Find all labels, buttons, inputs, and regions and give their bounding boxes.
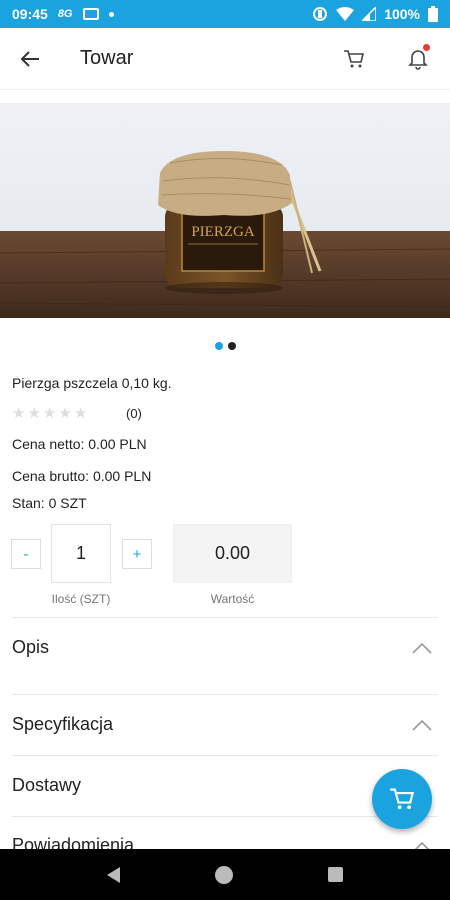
app-bar: Towar [0,28,450,90]
cart-icon [390,788,414,810]
vibrate-icon [313,7,328,21]
chevron-up-icon [412,642,432,654]
cart-button[interactable] [322,28,386,90]
quantity-label: Ilość (SZT) [51,592,111,606]
notifications-button[interactable] [386,28,450,90]
gallery-dot-active[interactable] [214,342,223,350]
back-arrow-icon [20,50,39,67]
price-gross: Cena brutto: 0.00 PLN [12,468,152,484]
section-specyfikacja[interactable]: Specyfikacja [12,694,438,754]
nav-back-icon[interactable] [107,866,121,883]
increase-quantity-button[interactable]: + [122,539,152,569]
system-nav-bar [0,849,450,900]
section-label: Specyfikacja [12,714,114,734]
bell-icon [408,49,428,70]
price-net: Cena netto: 0.00 PLN [12,436,147,452]
product-photo: PIERZGA [0,103,450,318]
more-notifications-icon [108,11,114,17]
section-label: Opis [12,637,50,657]
nav-recents-icon[interactable] [327,867,343,882]
status-bar: 09:45 8G 100% [0,0,450,28]
review-count: (0) [126,406,142,421]
notification-badge [423,43,430,51]
star-icon: ★ [27,405,41,422]
stock-status: Stan: 0 SZT [12,495,87,511]
total-value: 0.00 [173,524,292,583]
product-image[interactable]: PIERZGA [0,103,450,318]
product-name: Pierzga pszczela 0,10 kg. [12,375,172,391]
gallery-dot[interactable] [227,342,236,350]
cart-icon [344,49,365,67]
star-icon: ★ [42,405,57,422]
page-title: Towar [80,47,134,69]
gallery-indicator [0,342,450,350]
star-icon: ★ [73,405,88,422]
gallery-notification-icon [82,8,99,20]
star-icon: ★ [58,405,72,422]
carrier-badge: 8G [57,8,73,20]
wifi-icon [336,7,355,21]
add-to-cart-button[interactable] [372,769,432,829]
star-icon: ★ [12,405,26,422]
section-label: Dostawy [12,775,82,795]
jar-label: PIERZGA [191,224,255,240]
quantity-input[interactable]: 1 [51,524,111,583]
decrease-quantity-button[interactable]: - [11,539,41,569]
rating-stars: ★ ★ ★ ★ ★ [12,404,89,422]
battery-level: 100% [384,6,420,22]
total-label: Wartość [210,592,255,606]
battery-icon [428,6,438,22]
section-opis[interactable]: Opis [12,617,438,677]
chevron-up-icon [412,719,432,731]
nav-home-icon[interactable] [214,865,233,884]
signal-icon [362,7,377,21]
back-button[interactable] [0,28,60,90]
status-time: 09:45 [12,6,48,22]
